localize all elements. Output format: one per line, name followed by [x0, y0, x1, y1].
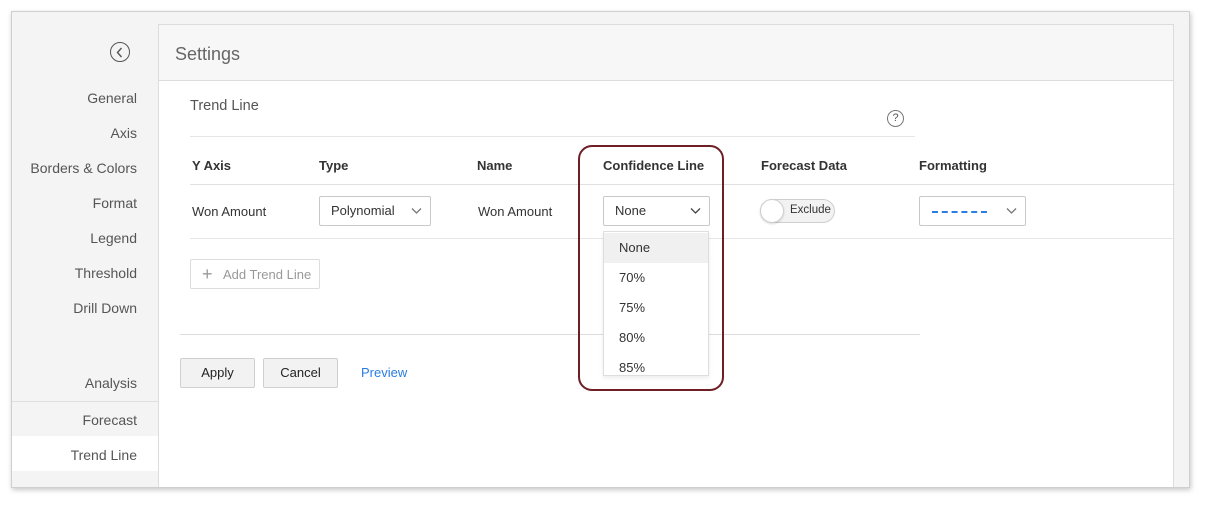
column-header-formatting: Formatting — [919, 158, 987, 173]
confidence-highlight-annotation — [578, 145, 724, 391]
sidebar-item-threshold[interactable]: Threshold — [75, 265, 137, 281]
add-trend-line-button[interactable]: + Add Trend Line — [190, 259, 320, 289]
toggle-knob — [760, 199, 784, 223]
column-header-name: Name — [477, 158, 513, 173]
section-divider — [190, 136, 915, 137]
sidebar-item-trend-line[interactable]: Trend Line — [71, 447, 137, 463]
plus-icon: + — [202, 264, 213, 284]
forecast-data-toggle[interactable]: Exclude — [760, 199, 835, 223]
add-trend-line-label: Add Trend Line — [223, 267, 312, 282]
type-select-value: Polynomial — [331, 203, 395, 218]
sidebar-item-axis[interactable]: Axis — [111, 125, 137, 141]
settings-window: General Axis Borders & Colors Format Leg… — [11, 11, 1190, 488]
toggle-label: Exclude — [790, 204, 831, 216]
sidebar-item-forecast[interactable]: Forecast — [83, 412, 137, 428]
y-axis-value: Won Amount — [192, 204, 267, 219]
section-title: Trend Line — [190, 98, 259, 114]
formatting-select[interactable] — [919, 196, 1026, 226]
cancel-button[interactable]: Cancel — [263, 358, 338, 388]
column-header-y-axis: Y Axis — [192, 158, 232, 173]
sidebar-item-general[interactable]: General — [87, 90, 137, 106]
sidebar: General Axis Borders & Colors Format Leg… — [12, 12, 158, 487]
column-header-forecast-data: Forecast Data — [761, 158, 847, 173]
dashed-line-swatch — [932, 211, 987, 213]
sidebar-item-borders-colors[interactable]: Borders & Colors — [30, 160, 137, 176]
sidebar-item-format[interactable]: Format — [93, 195, 137, 211]
main-panel: Settings Trend Line ? Y Axis Type Name C… — [158, 24, 1175, 487]
back-button[interactable] — [110, 42, 130, 62]
chevron-left-icon — [116, 47, 123, 57]
sidebar-divider — [12, 401, 158, 402]
trend-name-input[interactable]: Won Amount — [478, 204, 552, 219]
page-title: Settings — [175, 44, 241, 64]
sidebar-item-legend[interactable]: Legend — [90, 230, 137, 246]
type-select[interactable]: Polynomial — [319, 196, 431, 226]
column-header-type: Type — [319, 158, 349, 173]
help-icon[interactable]: ? — [887, 110, 904, 127]
footer-divider — [180, 334, 920, 335]
apply-button[interactable]: Apply — [180, 358, 255, 388]
preview-link[interactable]: Preview — [361, 365, 407, 380]
chevron-down-icon — [1006, 208, 1017, 214]
sidebar-item-drill-down[interactable]: Drill Down — [73, 300, 137, 316]
panel-header: Settings — [159, 25, 1173, 81]
sidebar-section-analysis: Analysis — [84, 375, 137, 391]
chevron-down-icon — [411, 208, 422, 214]
